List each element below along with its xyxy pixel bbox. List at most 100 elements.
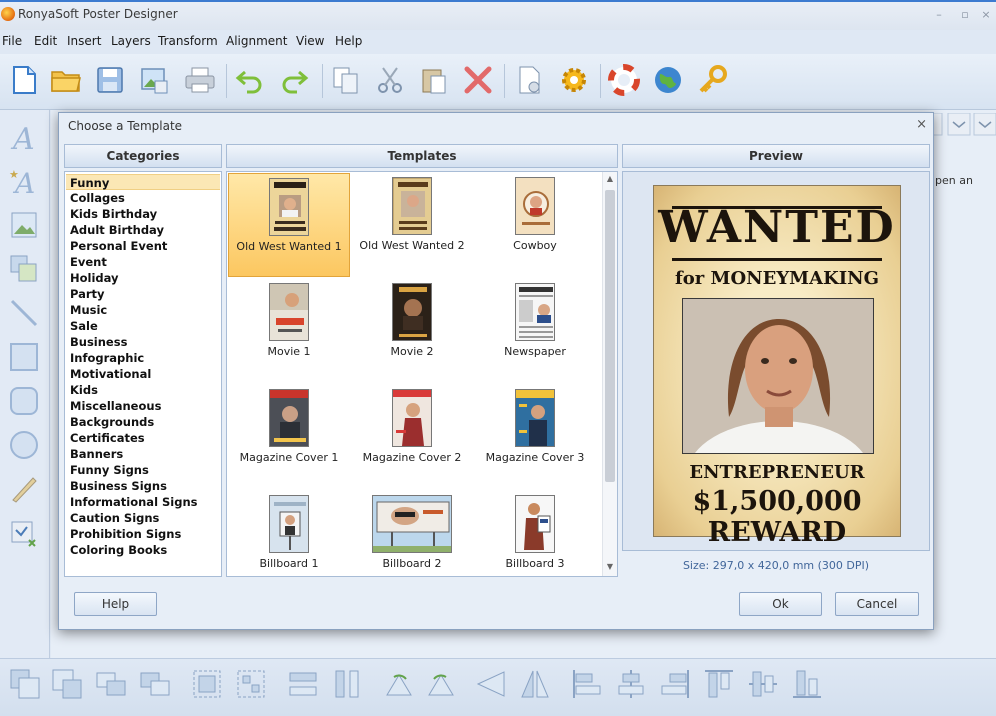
help-button[interactable]: Help <box>74 592 157 616</box>
send-to-back-icon[interactable] <box>50 667 84 701</box>
ellipse-tool[interactable] <box>9 430 39 460</box>
template-item[interactable]: Billboard 2 <box>351 491 473 576</box>
menu-file[interactable]: File <box>2 34 22 48</box>
export-image-button[interactable] <box>136 62 172 98</box>
minimize-button[interactable]: – <box>932 8 946 22</box>
menu-transform[interactable]: Transform <box>158 34 218 48</box>
cut-button[interactable] <box>372 62 408 98</box>
category-item[interactable]: Backgrounds <box>66 414 220 430</box>
category-item[interactable]: Adult Birthday <box>66 222 220 238</box>
register-key-button[interactable] <box>694 62 730 98</box>
flip-horizontal-icon[interactable] <box>474 667 508 701</box>
preferences-button[interactable] <box>556 62 592 98</box>
template-item[interactable]: Billboard 3 <box>474 491 596 576</box>
bring-to-front-icon[interactable] <box>8 667 42 701</box>
ungroup-icon[interactable] <box>234 667 268 701</box>
line-tool[interactable] <box>9 298 39 328</box>
category-item[interactable]: Business Signs <box>66 478 220 494</box>
template-item[interactable]: Magazine Cover 1 <box>228 385 350 489</box>
category-item[interactable]: Informational Signs <box>66 494 220 510</box>
new-file-button[interactable] <box>6 62 42 98</box>
same-width-icon[interactable] <box>286 667 320 701</box>
category-item[interactable]: Kids <box>66 382 220 398</box>
category-item[interactable]: Personal Event <box>66 238 220 254</box>
send-backward-icon[interactable] <box>138 667 172 701</box>
template-item[interactable]: Old West Wanted 2 <box>351 173 473 277</box>
category-item[interactable]: Certificates <box>66 430 220 446</box>
category-item[interactable]: Prohibition Signs <box>66 526 220 542</box>
category-item[interactable]: Funny <box>66 174 220 190</box>
menu-layers[interactable]: Layers <box>111 34 151 48</box>
category-item[interactable]: Funny Signs <box>66 462 220 478</box>
rounded-rectangle-tool[interactable] <box>9 386 39 416</box>
template-item[interactable]: Newspaper <box>474 279 596 383</box>
category-item[interactable]: Motivational <box>66 366 220 382</box>
template-item[interactable]: Cowboy <box>474 173 596 277</box>
rotate-right-icon[interactable] <box>424 667 458 701</box>
category-item[interactable]: Kids Birthday <box>66 206 220 222</box>
category-item[interactable]: Business <box>66 334 220 350</box>
rotate-left-icon[interactable] <box>382 667 416 701</box>
template-item[interactable]: Magazine Cover 2 <box>351 385 473 489</box>
collage-tool[interactable] <box>9 254 39 284</box>
category-item[interactable]: Miscellaneous <box>66 398 220 414</box>
calendar-tool[interactable] <box>9 518 39 548</box>
copy-button[interactable] <box>328 62 364 98</box>
save-button[interactable] <box>92 62 128 98</box>
rectangle-tool[interactable] <box>9 342 39 372</box>
maximize-button[interactable]: ▫ <box>958 8 972 22</box>
menu-help[interactable]: Help <box>335 34 362 48</box>
image-tool[interactable] <box>9 210 39 240</box>
undo-button[interactable] <box>232 62 268 98</box>
text-tool[interactable]: A <box>9 122 39 157</box>
website-button[interactable] <box>650 62 686 98</box>
align-right-icon[interactable] <box>658 667 692 701</box>
template-item[interactable]: Movie 2 <box>351 279 473 383</box>
align-left-icon[interactable] <box>570 667 604 701</box>
category-item[interactable]: Sale <box>66 318 220 334</box>
art-text-tool[interactable]: A ★ <box>9 166 39 200</box>
ok-button[interactable]: Ok <box>739 592 822 616</box>
redo-button[interactable] <box>276 62 312 98</box>
template-item[interactable]: Movie 1 <box>228 279 350 383</box>
open-file-button[interactable] <box>48 62 84 98</box>
pencil-tool[interactable] <box>9 474 39 504</box>
template-item[interactable]: Old West Wanted 1 <box>228 173 350 277</box>
category-item[interactable]: Infographic <box>66 350 220 366</box>
category-item[interactable]: Holiday <box>66 270 220 286</box>
category-item[interactable]: Banners <box>66 446 220 462</box>
print-button[interactable] <box>182 62 218 98</box>
new-file-icon <box>13 66 36 94</box>
align-center-icon[interactable] <box>614 667 648 701</box>
flip-vertical-icon[interactable] <box>518 667 552 701</box>
menu-insert[interactable]: Insert <box>67 34 101 48</box>
templates-scrollbar[interactable]: ▲ ▼ <box>602 172 617 576</box>
template-item[interactable]: Magazine Cover 3 <box>474 385 596 489</box>
paste-button[interactable] <box>416 62 452 98</box>
help-support-button[interactable] <box>606 62 642 98</box>
category-item[interactable]: Music <box>66 302 220 318</box>
menu-alignment[interactable]: Alignment <box>226 34 287 48</box>
scroll-up-arrow-icon[interactable]: ▲ <box>605 174 615 186</box>
category-item[interactable]: Party <box>66 286 220 302</box>
category-item[interactable]: Caution Signs <box>66 510 220 526</box>
align-middle-icon[interactable] <box>746 667 780 701</box>
align-top-icon[interactable] <box>702 667 736 701</box>
menu-view[interactable]: View <box>296 34 324 48</box>
category-item[interactable]: Collages <box>66 190 220 206</box>
bring-forward-icon[interactable] <box>94 667 128 701</box>
menu-edit[interactable]: Edit <box>34 34 57 48</box>
cancel-button[interactable]: Cancel <box>835 592 919 616</box>
template-item[interactable]: Billboard 1 <box>228 491 350 576</box>
category-item[interactable]: Event <box>66 254 220 270</box>
category-item[interactable]: Coloring Books <box>66 542 220 558</box>
close-window-button[interactable]: × <box>979 8 993 22</box>
dialog-close-icon[interactable]: × <box>916 117 927 132</box>
align-bottom-icon[interactable] <box>790 667 824 701</box>
scroll-down-arrow-icon[interactable]: ▼ <box>605 562 615 574</box>
group-icon[interactable] <box>190 667 224 701</box>
same-height-icon[interactable] <box>330 667 364 701</box>
page-settings-button[interactable] <box>512 62 548 98</box>
scrollbar-thumb[interactable] <box>605 190 615 482</box>
delete-button[interactable] <box>460 62 496 98</box>
